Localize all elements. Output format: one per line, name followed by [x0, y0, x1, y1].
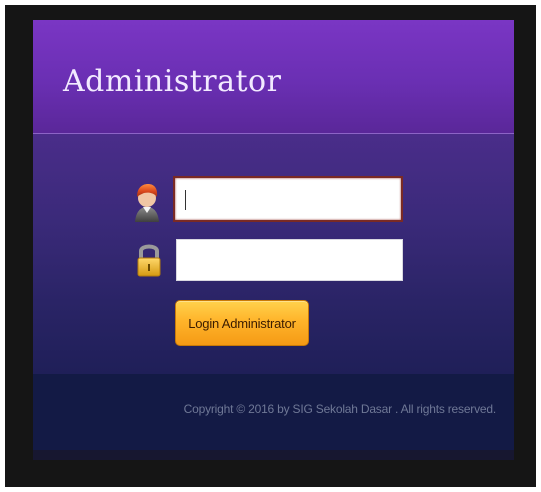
page-title: Administrator — [63, 64, 282, 99]
user-icon — [130, 182, 164, 222]
login-form: Login Administrator — [33, 134, 514, 374]
copyright-text: Copyright © 2016 by SIG Sekolah Dasar . … — [183, 402, 497, 416]
panel-header: Administrator — [33, 20, 514, 134]
login-button[interactable]: Login Administrator — [175, 300, 309, 346]
panel-footer: Copyright © 2016 by SIG Sekolah Dasar . … — [33, 374, 514, 450]
login-panel: Administrator Login Administrator Copyri… — [33, 20, 514, 460]
text-caret — [185, 190, 186, 210]
lock-icon — [132, 239, 166, 279]
username-field[interactable] — [173, 176, 403, 222]
password-field[interactable] — [176, 239, 403, 281]
footer-strip — [33, 450, 514, 460]
